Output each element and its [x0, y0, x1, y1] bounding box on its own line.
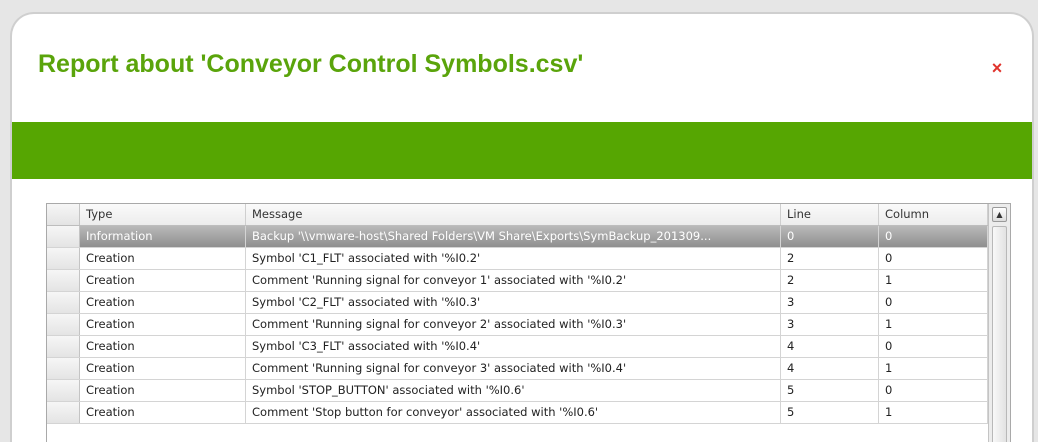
cell-message: Symbol 'C1_FLT' associated with '%I0.2' [246, 248, 781, 269]
dialog-title: Report about 'Conveyor Control Symbols.c… [38, 50, 584, 78]
cell-type: Creation [80, 292, 246, 313]
row-selector[interactable] [47, 270, 80, 291]
row-selector[interactable] [47, 292, 80, 313]
cell-type: Creation [80, 358, 246, 379]
cell-message: Symbol 'C2_FLT' associated with '%I0.3' [246, 292, 781, 313]
vertical-scrollbar[interactable]: ▲ [988, 204, 1010, 442]
cell-type: Creation [80, 380, 246, 401]
close-icon[interactable]: × [987, 58, 1007, 78]
table-header: Type Message Line Column [47, 204, 988, 226]
cell-type: Creation [80, 402, 246, 423]
cell-column: 1 [879, 314, 988, 335]
table-row[interactable]: Information Backup '\\vmware-host\Shared … [47, 226, 988, 248]
table-row[interactable]: Creation Symbol 'C1_FLT' associated with … [47, 248, 988, 270]
table-row[interactable]: Creation Symbol 'C2_FLT' associated with … [47, 292, 988, 314]
cell-column: 0 [879, 336, 988, 357]
cell-line: 3 [781, 314, 879, 335]
table-row[interactable]: Creation Comment 'Running signal for conv… [47, 358, 988, 380]
column-header-line[interactable]: Line [781, 204, 879, 225]
cell-message: Backup '\\vmware-host\Shared Folders\VM … [246, 226, 781, 247]
cell-message: Symbol 'STOP_BUTTON' associated with '%I… [246, 380, 781, 401]
cell-line: 0 [781, 226, 879, 247]
cell-message: Comment 'Running signal for conveyor 2' … [246, 314, 781, 335]
cell-message: Comment 'Running signal for conveyor 3' … [246, 358, 781, 379]
cell-type: Information [80, 226, 246, 247]
column-header-type[interactable]: Type [80, 204, 246, 225]
cell-column: 0 [879, 226, 988, 247]
column-header-column[interactable]: Column [879, 204, 988, 225]
row-selector[interactable] [47, 358, 80, 379]
cell-message: Comment 'Running signal for conveyor 1' … [246, 270, 781, 291]
row-selector[interactable] [47, 226, 80, 247]
row-selector[interactable] [47, 248, 80, 269]
cell-message: Symbol 'C3_FLT' associated with '%I0.4' [246, 336, 781, 357]
cell-line: 4 [781, 358, 879, 379]
cell-column: 0 [879, 380, 988, 401]
table-row[interactable]: Creation Symbol 'STOP_BUTTON' associated … [47, 380, 988, 402]
cell-line: 4 [781, 336, 879, 357]
cell-type: Creation [80, 314, 246, 335]
cell-column: 1 [879, 402, 988, 423]
scroll-up-icon[interactable]: ▲ [992, 207, 1007, 222]
cell-line: 5 [781, 402, 879, 423]
column-header-message[interactable]: Message [246, 204, 781, 225]
table-row[interactable]: Creation Comment 'Running signal for conv… [47, 314, 988, 336]
cell-type: Creation [80, 336, 246, 357]
row-selector-header[interactable] [47, 204, 80, 225]
cell-column: 0 [879, 248, 988, 269]
cell-message: Comment 'Stop button for conveyor' assoc… [246, 402, 781, 423]
row-selector[interactable] [47, 336, 80, 357]
report-dialog: Report about 'Conveyor Control Symbols.c… [10, 12, 1034, 442]
table-row[interactable]: Creation Comment 'Running signal for conv… [47, 270, 988, 292]
row-selector[interactable] [47, 380, 80, 401]
cell-line: 3 [781, 292, 879, 313]
cell-column: 1 [879, 270, 988, 291]
row-selector[interactable] [47, 314, 80, 335]
scroll-thumb[interactable] [992, 226, 1007, 442]
table-row[interactable]: Creation Comment 'Stop button for conveyo… [47, 402, 988, 424]
cell-type: Creation [80, 248, 246, 269]
cell-line: 2 [781, 248, 879, 269]
cell-column: 1 [879, 358, 988, 379]
cell-type: Creation [80, 270, 246, 291]
header-bar [12, 122, 1032, 179]
cell-line: 2 [781, 270, 879, 291]
row-selector[interactable] [47, 402, 80, 423]
report-table: Type Message Line Column Information Back… [46, 203, 1011, 442]
cell-column: 0 [879, 292, 988, 313]
cell-line: 5 [781, 380, 879, 401]
table-row[interactable]: Creation Symbol 'C3_FLT' associated with … [47, 336, 988, 358]
